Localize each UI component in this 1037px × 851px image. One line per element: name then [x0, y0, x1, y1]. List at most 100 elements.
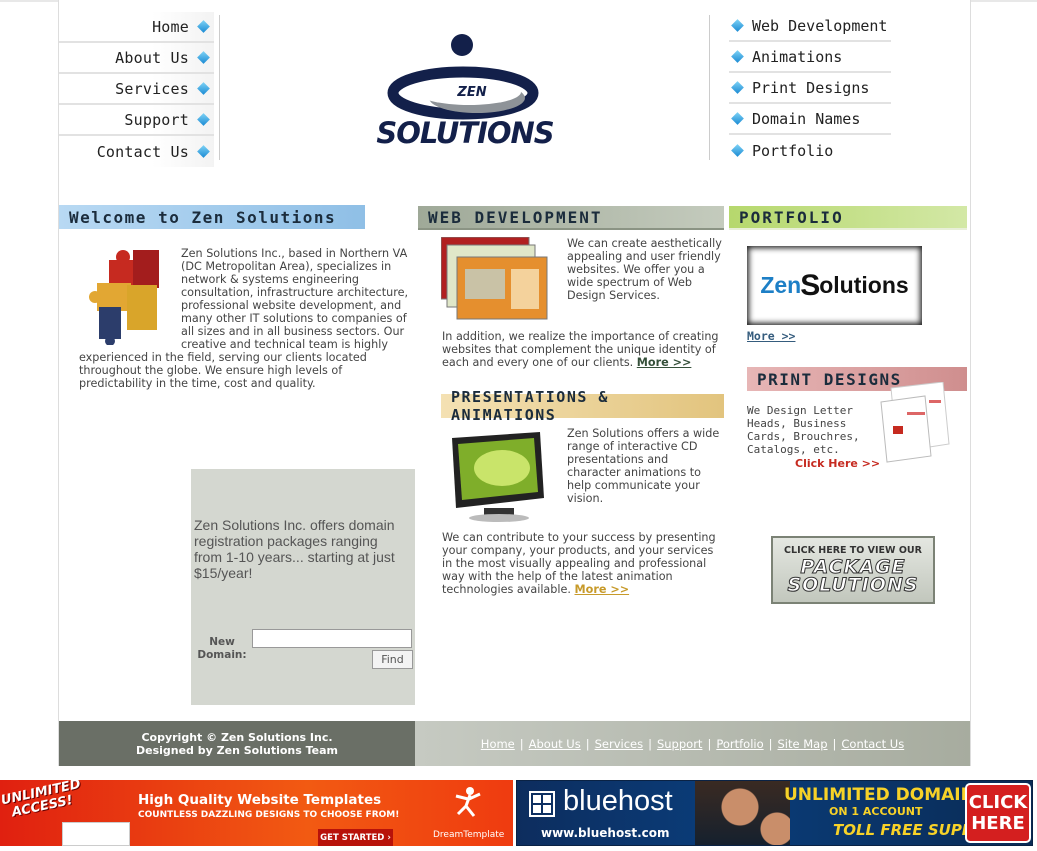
- separator: |: [648, 736, 652, 751]
- nav-item-services[interactable]: Services: [59, 74, 214, 105]
- nav-label: Portfolio: [752, 141, 834, 160]
- separator: |: [707, 736, 712, 751]
- footer-link-portfolio[interactable]: Portfolio: [716, 737, 763, 751]
- diamond-bullet-icon: [197, 113, 210, 126]
- webdev-more-link[interactable]: More >>: [637, 356, 692, 369]
- nav-item-print-designs[interactable]: Print Designs: [729, 73, 891, 104]
- nav-item-web-development[interactable]: Web Development: [729, 11, 891, 42]
- diamond-bullet-icon: [197, 145, 210, 158]
- find-button[interactable]: Find: [372, 650, 413, 669]
- diamond-bullet-icon: [731, 19, 744, 32]
- web-pages-illustration: [440, 236, 549, 321]
- new-domain-label: New Domain:: [196, 636, 248, 662]
- web-development-header: WEB DEVELOPMENT: [418, 206, 724, 230]
- template-thumbnails: [62, 822, 130, 846]
- domain-input[interactable]: [252, 629, 412, 648]
- separator: |: [832, 736, 837, 751]
- presentations-header: PRESENTATIONS & ANIMATIONS: [441, 388, 724, 424]
- footer-links: Home | About Us | Services | Support | Portf…: [415, 721, 970, 766]
- diamond-bullet-icon: [731, 81, 744, 94]
- footer-link-home[interactable]: Home: [481, 737, 515, 751]
- monitor-illustration: [444, 428, 549, 524]
- unlimited-access-badge: UNLIMITED ACCESS!: [0, 780, 85, 822]
- click-here-button[interactable]: CLICK HERE: [965, 783, 1031, 843]
- nav-item-animations[interactable]: Animations: [729, 42, 891, 73]
- copyright-text: Copyright © Zen Solutions Inc.: [141, 731, 333, 744]
- ad1-title: High Quality Website Templates: [138, 792, 382, 808]
- nav-label: Animations: [752, 47, 843, 66]
- grid-cell: [533, 805, 541, 813]
- ad1-brand: DreamTemplate: [433, 830, 505, 840]
- logo-small-text: ZEN: [456, 85, 486, 100]
- welcome-text: Zen Solutions Inc., based in Northern VA…: [79, 247, 415, 390]
- get-started-button[interactable]: GET STARTED ›: [318, 829, 393, 846]
- package-line-3: SOLUTIONS: [787, 573, 919, 596]
- print-samples-illustration: [871, 381, 951, 464]
- bluehost-brand: bluehost: [563, 785, 673, 817]
- welcome-title: Welcome to Zen Solutions: [69, 207, 337, 227]
- diamond-bullet-icon: [197, 82, 210, 95]
- nav-label: Services: [115, 79, 189, 98]
- diamond-bullet-icon: [197, 51, 210, 64]
- separator: |: [585, 736, 590, 751]
- grid-cell: [533, 795, 541, 803]
- nav-label: Home: [152, 17, 189, 36]
- bluehost-ad-banner[interactable]: bluehost www.bluehost.com UNLIMITED DOMA…: [516, 780, 1033, 846]
- left-nav: Home About Us Services Support Contact U…: [59, 12, 214, 167]
- footer-link-about-us[interactable]: About Us: [529, 737, 581, 751]
- page-container: Home About Us Services Support Contact U…: [58, 0, 971, 766]
- portfolio-logo-left: Zen: [760, 272, 802, 298]
- zen-solutions-logo[interactable]: ZEN SOLUTIONS: [327, 30, 603, 150]
- nav-label: Domain Names: [752, 109, 861, 128]
- footer-link-contact-us[interactable]: Contact Us: [841, 737, 904, 751]
- presentations-text-2: We can contribute to your success by pre…: [442, 531, 727, 596]
- print-designs-text: We Design Letter Heads, Business Cards, …: [747, 404, 860, 456]
- logo-graphic: ZEN SOLUTIONS: [376, 34, 555, 150]
- presentations-text-1: Zen Solutions offers a wide range of int…: [567, 427, 720, 505]
- nav-divider: [219, 15, 220, 160]
- nav-item-portfolio[interactable]: Portfolio: [729, 135, 891, 166]
- nav-item-support[interactable]: Support: [59, 105, 214, 136]
- nav-item-domain-names[interactable]: Domain Names: [729, 104, 891, 135]
- welcome-header: Welcome to Zen Solutions: [59, 205, 365, 229]
- portfolio-title: PORTFOLIO: [739, 207, 844, 227]
- portfolio-thumbnail[interactable]: Zen S olutions: [747, 246, 922, 325]
- webdev-text-1: We can create aesthetically appealing an…: [567, 237, 722, 302]
- nav-item-home[interactable]: Home: [59, 12, 214, 43]
- diamond-bullet-icon: [731, 50, 744, 63]
- package-solutions-banner[interactable]: CLICK HERE TO VIEW OUR PACKAGE SOLUTIONS: [771, 536, 935, 604]
- nav-item-about-us[interactable]: About Us: [59, 43, 214, 74]
- nav-divider: [709, 15, 710, 160]
- separator: |: [519, 736, 524, 751]
- diamond-bullet-icon: [731, 144, 744, 157]
- float-spacer: [79, 247, 181, 339]
- separator: |: [768, 736, 773, 751]
- footer-link-services[interactable]: Services: [595, 737, 644, 751]
- click-line: HERE: [971, 813, 1025, 834]
- ad2-headline-1: UNLIMITED DOMAINS: [784, 785, 988, 805]
- domain-promo-text: Zen Solutions Inc. offers domain registr…: [194, 517, 395, 581]
- diamond-bullet-icon: [197, 20, 210, 33]
- nav-item-contact-us[interactable]: Contact Us: [59, 136, 214, 167]
- web-development-title: WEB DEVELOPMENT: [428, 207, 603, 227]
- footer-link-site-map[interactable]: Site Map: [778, 737, 828, 751]
- print-click-here-link[interactable]: Click Here >>: [795, 457, 880, 470]
- portfolio-logo-right: olutions: [819, 272, 909, 298]
- footer-link-support[interactable]: Support: [657, 737, 702, 751]
- nav-label: Print Designs: [752, 78, 870, 97]
- label-line: Domain:: [197, 649, 247, 661]
- presentations-more-link[interactable]: More >>: [575, 583, 630, 596]
- people-photo: [695, 781, 790, 845]
- ad1-subtitle: COUNTLESS DAZZLING DESIGNS TO CHOOSE FRO…: [138, 810, 400, 820]
- diamond-bullet-icon: [731, 112, 744, 125]
- dreamtemplate-ad-banner[interactable]: UNLIMITED ACCESS! High Quality Website T…: [0, 780, 513, 846]
- click-line: CLICK: [968, 792, 1028, 813]
- presentations-title: PRESENTATIONS & ANIMATIONS: [451, 388, 609, 424]
- button-label: GET STARTED: [320, 832, 385, 843]
- portfolio-logo-s: S: [800, 268, 821, 302]
- portfolio-header: PORTFOLIO: [729, 206, 967, 230]
- webdev-text-2: In addition, we realize the importance o…: [442, 330, 727, 369]
- bluehost-logo-icon: [529, 791, 555, 817]
- portfolio-more-link[interactable]: More >>: [747, 330, 795, 343]
- footer-copyright: Copyright © Zen Solutions Inc. Designed …: [59, 721, 415, 766]
